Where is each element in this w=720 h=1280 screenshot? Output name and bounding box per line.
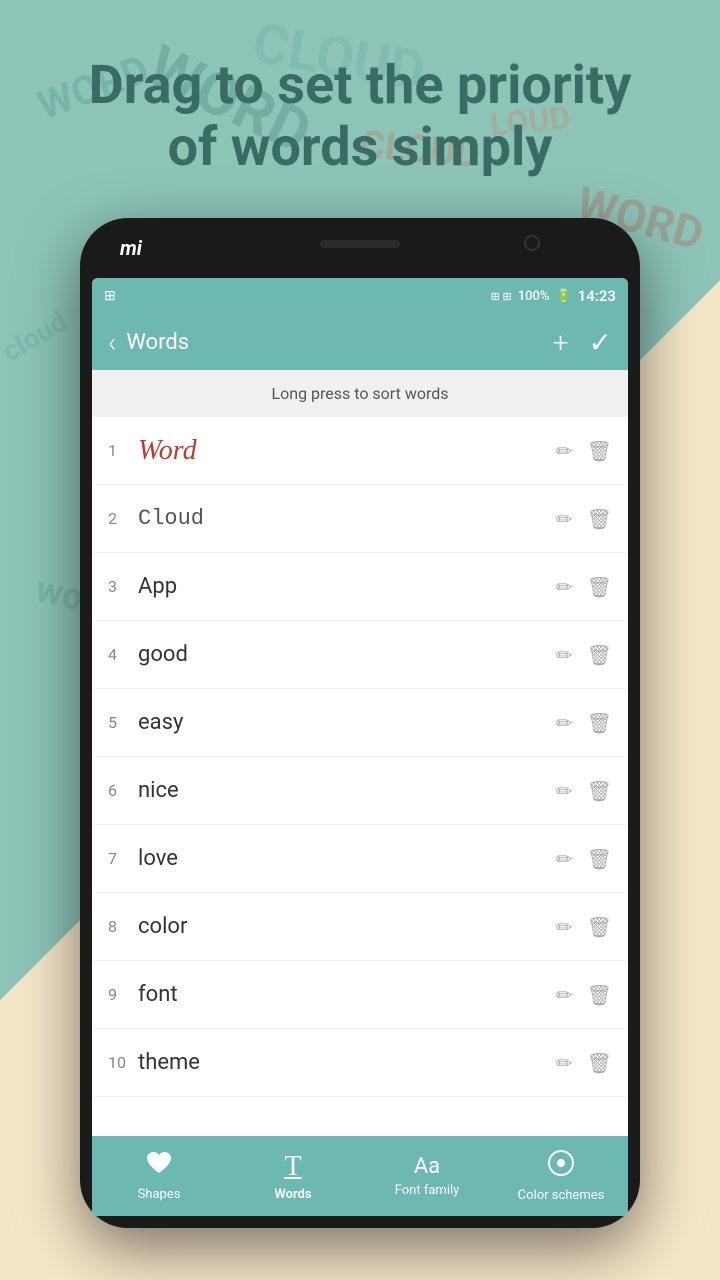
delete-word-button[interactable]: 🗑 (587, 983, 612, 1007)
color_schemes-icon (547, 1149, 575, 1184)
edit-word-button[interactable]: ✏ (556, 915, 573, 939)
status-icon: ⊞ (104, 288, 116, 304)
word-row: 8color✏🗑 (92, 893, 628, 961)
word-text: color (138, 914, 556, 939)
battery-percent: 100% (518, 289, 550, 304)
status-right-info: ⊞ ⊞ 100% 🔋 14:23 (491, 287, 616, 305)
word-text: font (138, 982, 556, 1007)
word-actions: ✏🗑 (556, 915, 612, 939)
phone-logo: mi (120, 236, 142, 260)
delete-word-button[interactable]: 🗑 (587, 507, 612, 531)
edit-word-button[interactable]: ✏ (556, 507, 573, 531)
word-row: 3App✏🗑 (92, 553, 628, 621)
top-bar: ‹ Words + ✓ (92, 314, 628, 370)
delete-word-button[interactable]: 🗑 (587, 575, 612, 599)
word-number: 4 (108, 645, 138, 664)
word-list: 1Word✏🗑2Cloud✏🗑3App✏🗑4good✏🗑5easy✏🗑6nice… (92, 417, 628, 1136)
shapes-icon (145, 1150, 173, 1183)
words-icon: T (284, 1151, 301, 1183)
word-number: 3 (108, 577, 138, 596)
word-row: 10theme✏🗑 (92, 1029, 628, 1097)
edit-word-button[interactable]: ✏ (556, 847, 573, 871)
word-text: good (138, 642, 556, 667)
word-row: 6nice✏🗑 (92, 757, 628, 825)
word-actions: ✏🗑 (556, 439, 612, 463)
edit-word-button[interactable]: ✏ (556, 779, 573, 803)
word-row: 7love✏🗑 (92, 825, 628, 893)
word-number: 6 (108, 781, 138, 800)
word-number: 2 (108, 509, 138, 528)
phone-shell: mi ⊞ ⊞ ⊞ 100% 🔋 14:23 ‹ Words + ✓ Lo (80, 218, 640, 1228)
word-actions: ✏🗑 (556, 1051, 612, 1075)
bottom-nav: Shapes T Words Aa Font family Color schemes (92, 1136, 628, 1216)
word-actions: ✏🗑 (556, 847, 612, 871)
word-actions: ✏🗑 (556, 779, 612, 803)
screen-title: Words (126, 330, 552, 355)
edit-word-button[interactable]: ✏ (556, 643, 573, 667)
word-text: theme (138, 1050, 556, 1075)
word-number: 7 (108, 849, 138, 868)
back-button[interactable]: ‹ (108, 326, 116, 359)
delete-word-button[interactable]: 🗑 (587, 439, 612, 463)
word-number: 5 (108, 713, 138, 732)
edit-word-button[interactable]: ✏ (556, 575, 573, 599)
battery-icon: 🔋 (555, 289, 571, 304)
word-number: 9 (108, 985, 138, 1004)
word-text: nice (138, 778, 556, 803)
word-actions: ✏🗑 (556, 575, 612, 599)
word-number: 8 (108, 917, 138, 936)
font_family-label: Font family (395, 1183, 460, 1198)
add-button[interactable]: + (553, 326, 569, 359)
word-text: Cloud (138, 506, 556, 531)
phone-camera (524, 235, 540, 251)
delete-word-button[interactable]: 🗑 (587, 779, 612, 803)
headline: Drag to set the priority of words simply (0, 55, 720, 179)
hint-bar: Long press to sort words (92, 370, 628, 417)
top-actions: + ✓ (553, 326, 612, 359)
nav-item-font_family[interactable]: Aa Font family (360, 1154, 494, 1198)
battery-icons: ⊞ ⊞ (491, 290, 512, 303)
word-text: love (138, 846, 556, 871)
edit-word-button[interactable]: ✏ (556, 439, 573, 463)
word-number: 1 (108, 441, 138, 460)
word-row: 9font✏🗑 (92, 961, 628, 1029)
word-actions: ✏🗑 (556, 643, 612, 667)
nav-item-color_schemes[interactable]: Color schemes (494, 1149, 628, 1203)
words-label: Words (274, 1187, 311, 1202)
word-row: 5easy✏🗑 (92, 689, 628, 757)
word-number: 10 (108, 1053, 138, 1072)
word-actions: ✏🗑 (556, 983, 612, 1007)
edit-word-button[interactable]: ✏ (556, 1051, 573, 1075)
delete-word-button[interactable]: 🗑 (587, 1051, 612, 1075)
phone-speaker (320, 240, 400, 248)
delete-word-button[interactable]: 🗑 (587, 847, 612, 871)
word-row: 4good✏🗑 (92, 621, 628, 689)
shapes-label: Shapes (138, 1187, 181, 1202)
delete-word-button[interactable]: 🗑 (587, 643, 612, 667)
delete-word-button[interactable]: 🗑 (587, 711, 612, 735)
word-text: easy (138, 710, 556, 735)
delete-word-button[interactable]: 🗑 (587, 915, 612, 939)
font_family-icon: Aa (414, 1154, 440, 1179)
confirm-button[interactable]: ✓ (589, 326, 612, 359)
word-row: 2Cloud✏🗑 (92, 485, 628, 553)
word-actions: ✏🗑 (556, 507, 612, 531)
nav-item-shapes[interactable]: Shapes (92, 1150, 226, 1202)
word-row: 1Word✏🗑 (92, 417, 628, 485)
word-text: Word (138, 435, 556, 467)
hint-text: Long press to sort words (271, 384, 448, 403)
color_schemes-label: Color schemes (518, 1188, 605, 1203)
clock: 14:23 (578, 287, 616, 305)
phone-screen: ⊞ ⊞ ⊞ 100% 🔋 14:23 ‹ Words + ✓ Long pres… (92, 278, 628, 1216)
status-bar: ⊞ ⊞ ⊞ 100% 🔋 14:23 (92, 278, 628, 314)
word-actions: ✏🗑 (556, 711, 612, 735)
edit-word-button[interactable]: ✏ (556, 711, 573, 735)
word-text: App (138, 574, 556, 599)
status-left-icons: ⊞ (104, 288, 116, 304)
nav-item-words[interactable]: T Words (226, 1151, 360, 1202)
edit-word-button[interactable]: ✏ (556, 983, 573, 1007)
